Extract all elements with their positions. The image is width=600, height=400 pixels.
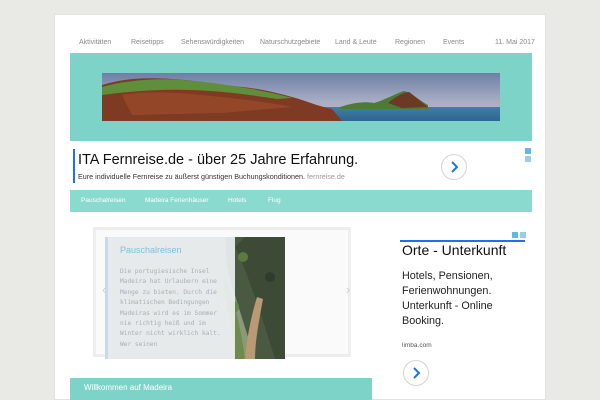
subnav-item-flug[interactable]: Flug bbox=[268, 197, 281, 204]
current-date: 11. Mai 2017 bbox=[495, 39, 535, 46]
sidebar-ad-next-button[interactable] bbox=[403, 360, 429, 386]
nav-item-land-leute[interactable]: Land & Leute bbox=[335, 39, 377, 46]
slider-prev-icon[interactable]: ‹ bbox=[102, 282, 106, 297]
chevron-right-icon bbox=[413, 367, 421, 379]
slider-next-icon[interactable]: › bbox=[346, 282, 350, 297]
ad-title[interactable]: ITA Fernreise.de - über 25 Jahre Erfahru… bbox=[78, 152, 358, 168]
nav-item-aktivitaeten[interactable]: Aktivitäten bbox=[79, 39, 111, 46]
ad-banner[interactable]: ITA Fernreise.de - über 25 Jahre Erfahru… bbox=[70, 145, 532, 185]
nav-item-sehenswuerdigkeiten[interactable]: Sehenswürdigkeiten bbox=[181, 39, 244, 46]
adchoices-icon[interactable] bbox=[525, 148, 531, 154]
subnav-item-pauschalreisen[interactable]: Pauschalreisen bbox=[81, 197, 125, 204]
nav-item-events[interactable]: Events bbox=[443, 39, 464, 46]
header-banner bbox=[70, 53, 532, 141]
content-slider: Pauschalreisen Die portugiesische Insel … bbox=[93, 227, 351, 359]
sidebar-ad-title[interactable]: Orte - Unterkunft bbox=[402, 242, 506, 258]
ad-description-text: Eure individuelle Fernreise zu äußerst g… bbox=[78, 172, 305, 181]
adchoices-icon[interactable] bbox=[512, 232, 518, 238]
slide-text: Die portugiesische Insel Madeira hat Url… bbox=[120, 268, 221, 348]
top-navigation: Aktivitäten Reisetipps Sehenswürdigkeite… bbox=[79, 39, 539, 53]
nav-item-reisetipps[interactable]: Reisetipps bbox=[131, 39, 164, 46]
nav-item-regionen[interactable]: Regionen bbox=[395, 39, 425, 46]
page-container: Aktivitäten Reisetipps Sehenswürdigkeite… bbox=[54, 14, 546, 400]
ad-description: Eure individuelle Fernreise zu äußerst g… bbox=[78, 172, 345, 181]
subnav-item-ferienhaeuser[interactable]: Madeira Ferienhäuser bbox=[145, 197, 209, 204]
ad-domain[interactable]: fernreise.de bbox=[307, 172, 345, 181]
madeira-coast-image bbox=[102, 73, 500, 121]
sidebar-ad-description: Hotels, Pensionen, Ferienwohnungen. Unte… bbox=[402, 270, 493, 327]
chevron-right-icon bbox=[451, 161, 459, 173]
ad-accent-bar bbox=[73, 149, 75, 183]
slide-caption: Pauschalreisen Die portugiesische Insel … bbox=[105, 237, 235, 359]
sub-navigation: Pauschalreisen Madeira Ferienhäuser Hote… bbox=[70, 190, 532, 212]
welcome-heading: Willkommen auf Madeira bbox=[84, 383, 173, 392]
welcome-heading-bar: Willkommen auf Madeira bbox=[70, 378, 372, 400]
close-ad-icon[interactable] bbox=[520, 232, 526, 238]
slide-title[interactable]: Pauschalreisen bbox=[120, 245, 182, 255]
nav-item-naturschutzgebiete[interactable]: Naturschutzgebiete bbox=[260, 39, 320, 46]
ad-next-button[interactable] bbox=[441, 154, 467, 180]
close-ad-icon[interactable] bbox=[525, 156, 531, 162]
sidebar-ad[interactable]: Orte - Unterkunft Hotels, Pensionen, Fer… bbox=[400, 230, 535, 395]
sidebar-ad-domain[interactable]: limba.com bbox=[402, 342, 432, 349]
subnav-item-hotels[interactable]: Hotels bbox=[228, 197, 246, 204]
